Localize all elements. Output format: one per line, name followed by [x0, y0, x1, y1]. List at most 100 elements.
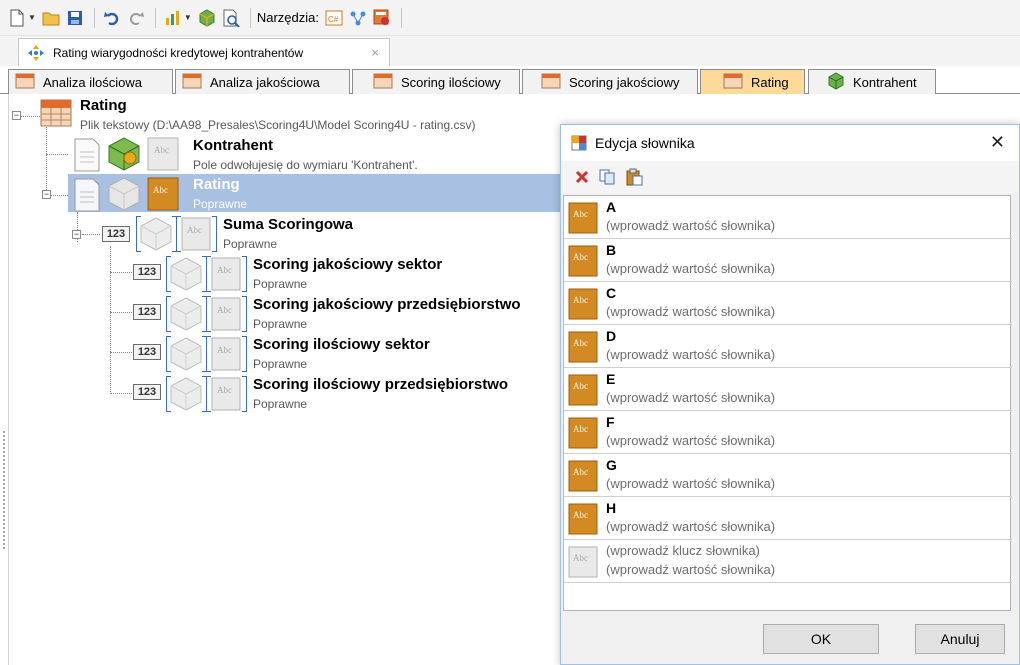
root-node-subtitle: Plik tekstowy (D:\AA98_Presales\Scoring4…: [80, 118, 476, 132]
dialog-title-bar[interactable]: Edycja słownika ✕: [561, 125, 1019, 161]
toolbar-separator: [400, 7, 402, 28]
dictionary-key: C: [606, 285, 617, 301]
svg-text:Abc: Abc: [573, 381, 588, 391]
save-icon[interactable]: [64, 7, 86, 29]
text-type-icon: Abc: [568, 374, 598, 409]
cube-grid-icon: [168, 336, 204, 375]
cube-grid-icon: [168, 296, 204, 335]
dictionary-key: H: [606, 500, 617, 516]
cancel-button[interactable]: Anuluj: [915, 624, 1005, 654]
list-item[interactable]: Abc G (wprowadź wartość słownika): [564, 454, 1012, 497]
collapse-suma-icon[interactable]: −: [72, 230, 81, 239]
dictionary-value[interactable]: (wprowadź wartość słownika): [606, 347, 775, 362]
tab-scoring-jakosciowy[interactable]: Scoring jakościowy: [522, 69, 698, 94]
dialog-toolbar: [561, 161, 1019, 193]
list-item[interactable]: Abc B (wprowadź wartość słownika): [564, 239, 1012, 282]
hierarchy-icon[interactable]: [347, 7, 369, 29]
list-item[interactable]: Abc E (wprowadź wartość słownika): [564, 368, 1012, 411]
tab-analiza-jakosciowa[interactable]: Analiza jakościowa: [175, 69, 350, 94]
new-value-field[interactable]: (wprowadź wartość słownika): [606, 562, 775, 577]
chevron-down-icon[interactable]: ▼: [28, 13, 36, 22]
toolbar-separator: [93, 7, 95, 28]
dictionary-value[interactable]: (wprowadź wartość słownika): [606, 304, 775, 319]
collapse-rating-icon[interactable]: −: [42, 190, 51, 199]
dictionary-list[interactable]: Abc A (wprowadź wartość słownika) Abc B …: [563, 195, 1012, 611]
csharp-icon[interactable]: C#: [323, 7, 345, 29]
document-tab[interactable]: Rating wiarygodności kredytowej kontrahe…: [18, 38, 390, 66]
tab-kontrahent[interactable]: Kontrahent: [808, 69, 936, 94]
dictionary-value[interactable]: (wprowadź wartość słownika): [606, 261, 775, 276]
bracket-right: [242, 336, 247, 372]
paste-icon[interactable]: [625, 168, 643, 186]
kontrahent-node-title[interactable]: Kontrahent: [193, 137, 273, 154]
dictionary-value[interactable]: (wprowadź wartość słownika): [606, 519, 775, 534]
table-icon: [182, 73, 202, 92]
cube-icon[interactable]: [196, 7, 218, 29]
child-node-subtitle: Poprawne: [253, 397, 308, 411]
chevron-down-icon[interactable]: ▼: [184, 13, 192, 22]
dictionary-value[interactable]: (wprowadź wartość słownika): [606, 218, 775, 233]
chart-icon[interactable]: [162, 7, 184, 29]
numeric-type-badge: 123: [102, 226, 130, 242]
copy-icon[interactable]: [599, 169, 615, 185]
svg-text:Abc: Abc: [217, 345, 232, 355]
root-node-title[interactable]: Rating: [80, 97, 127, 114]
new-key-field[interactable]: (wprowadź klucz słownika): [606, 543, 760, 558]
settings-icon[interactable]: [371, 7, 393, 29]
tab-rating[interactable]: Rating: [700, 69, 805, 95]
tree-child-row[interactable]: 123 Abc Scoring jakościowy przedsiębiors…: [0, 294, 560, 334]
tools-label: Narzędzia:: [256, 10, 319, 25]
child-node-title: Scoring ilościowy przedsiębiorstwo: [253, 376, 509, 393]
tab-scoring-ilosciowy[interactable]: Scoring ilościowy: [352, 69, 520, 94]
close-icon[interactable]: ✕: [990, 132, 1005, 153]
table-icon: [723, 73, 743, 92]
ok-button[interactable]: OK: [763, 624, 879, 654]
list-item[interactable]: Abc D (wprowadź wartość słownika): [564, 325, 1012, 368]
svg-text:Abc: Abc: [153, 185, 168, 195]
numeric-type-badge: 123: [133, 384, 161, 400]
open-folder-icon[interactable]: [40, 7, 62, 29]
dictionary-key: F: [606, 414, 615, 430]
suma-node-title[interactable]: Suma Scoringowa: [223, 216, 353, 233]
dictionary-key: E: [606, 371, 616, 387]
tree-child-row[interactable]: 123 Abc Scoring jakościowy sektor Popraw…: [0, 254, 560, 294]
dictionary-value[interactable]: (wprowadź wartość słownika): [606, 390, 775, 405]
undo-icon[interactable]: [101, 7, 123, 29]
list-item[interactable]: Abc H (wprowadź wartość słownika): [564, 497, 1012, 540]
svg-text:Abc: Abc: [573, 467, 588, 477]
kontrahent-node-subtitle: Pole odwołujesię do wymiaru 'Kontrahent'…: [193, 158, 418, 172]
dictionary-value[interactable]: (wprowadź wartość słownika): [606, 476, 775, 491]
collapse-root-icon[interactable]: −: [12, 111, 21, 120]
tab-analiza-ilosciowa[interactable]: Analiza ilościowa: [8, 69, 173, 94]
text-file-icon: [72, 138, 102, 175]
table-icon: [541, 73, 561, 92]
tab-label: Rating: [751, 75, 789, 90]
tab-label: Scoring ilościowy: [401, 74, 501, 90]
redo-icon[interactable]: [125, 7, 147, 29]
app-window: ▼ ▼ Narzędzia: C# Rating wiarygodności k…: [0, 0, 1020, 665]
toolbar-separator: [249, 7, 251, 28]
tree-child-row[interactable]: 123 Abc Scoring ilościowy sektor Poprawn…: [0, 334, 560, 374]
close-tab-icon[interactable]: ×: [371, 45, 379, 60]
tab-label: Kontrahent: [853, 74, 917, 90]
table-icon: [15, 73, 35, 92]
list-item[interactable]: Abc A (wprowadź wartość słownika): [564, 196, 1012, 239]
dictionary-value[interactable]: (wprowadź wartość słownika): [606, 433, 775, 448]
list-item[interactable]: Abc C (wprowadź wartość słownika): [564, 282, 1012, 325]
svg-text:Abc: Abc: [217, 305, 232, 315]
bracket-right: [242, 256, 247, 292]
page-tab-strip: Analiza ilościowa Analiza jakościowa Sco…: [0, 66, 1020, 95]
svg-text:C#: C#: [328, 15, 339, 24]
dictionary-key: D: [606, 328, 617, 344]
text-type-icon: Abc: [210, 376, 244, 415]
new-list-item[interactable]: Abc (wprowadź klucz słownika) (wprowadź …: [564, 540, 1012, 583]
preview-icon[interactable]: [220, 7, 242, 29]
child-node-title: Scoring jakościowy sektor: [253, 256, 443, 273]
delete-icon[interactable]: [575, 170, 589, 184]
new-file-icon[interactable]: [6, 7, 28, 29]
tree-child-row[interactable]: 123 Abc Scoring ilościowy przedsiębiorst…: [0, 374, 560, 414]
tree-line: [46, 154, 68, 155]
text-type-icon: Abc: [146, 176, 182, 215]
list-item[interactable]: Abc F (wprowadź wartość słownika): [564, 411, 1012, 454]
cube-grid-icon: [106, 176, 142, 215]
